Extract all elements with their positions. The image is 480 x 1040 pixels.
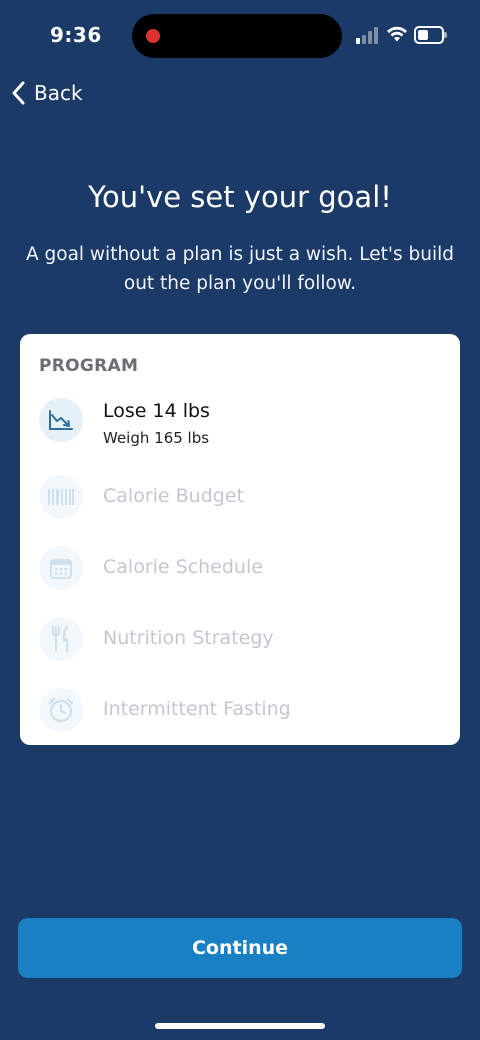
program-item-label: Calorie Schedule — [103, 556, 263, 578]
icon-circle — [39, 617, 83, 661]
program-item-nutrition-strategy[interactable]: Nutrition Strategy — [39, 617, 439, 667]
calendar-icon — [50, 559, 72, 579]
program-item-label: Calorie Budget — [103, 485, 244, 507]
fork-knife-icon — [52, 625, 69, 653]
weight-trend-chart-icon — [49, 410, 73, 430]
program-item-label: Intermittent Fasting — [103, 698, 291, 720]
icon-circle — [39, 688, 83, 732]
icon-circle — [39, 398, 83, 442]
recording-indicator-icon — [146, 29, 160, 43]
goal-summary-screen: 9:36 Back You've set your goal! A goal w… — [0, 0, 480, 1040]
icon-circle — [39, 546, 83, 590]
program-card: PROGRAM Lose 14 lbs Weigh 165 lbs Calori… — [20, 334, 460, 745]
battery-icon — [414, 26, 447, 44]
page-subtitle: A goal without a plan is just a wish. Le… — [25, 244, 455, 294]
back-button[interactable]: Back — [10, 78, 83, 108]
program-item-label: Lose 14 lbs — [103, 400, 210, 422]
program-item-label: Nutrition Strategy — [103, 627, 274, 649]
status-time: 9:36 — [50, 23, 102, 47]
continue-button[interactable]: Continue — [18, 918, 462, 978]
alarm-clock-icon — [48, 697, 74, 723]
back-label: Back — [34, 81, 83, 105]
home-indicator[interactable] — [155, 1023, 325, 1029]
chevron-left-icon — [12, 81, 25, 105]
cellular-signal-icon — [356, 27, 378, 44]
program-item-sub: Weigh 165 lbs — [103, 429, 210, 447]
icon-circle — [39, 475, 83, 519]
program-item-calorie-budget[interactable]: Calorie Budget — [39, 475, 439, 525]
program-heading: PROGRAM — [39, 356, 139, 376]
wifi-icon — [387, 26, 407, 42]
page-title: You've set your goal! — [88, 180, 392, 214]
program-item-intermittent-fasting[interactable]: Intermittent Fasting — [39, 688, 439, 738]
program-item-weight-goal[interactable]: Lose 14 lbs Weigh 165 lbs — [39, 398, 439, 448]
barcode-icon — [48, 489, 74, 505]
program-item-calorie-schedule[interactable]: Calorie Schedule — [39, 546, 439, 596]
dynamic-island — [132, 14, 342, 58]
